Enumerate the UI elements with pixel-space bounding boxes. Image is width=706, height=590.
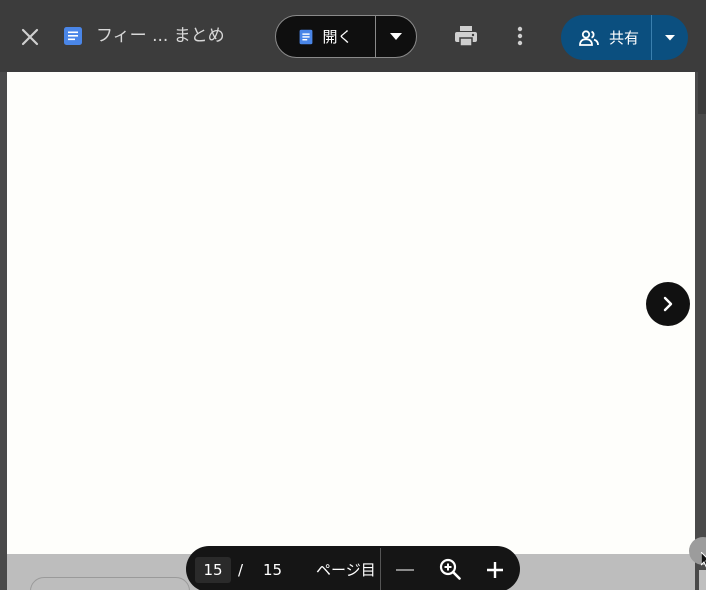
google-docs-icon [300,29,313,44]
zoom-out-button[interactable] [392,556,418,584]
share-button[interactable]: 共有 [561,15,651,60]
zoom-button[interactable] [436,555,464,583]
open-button[interactable]: 開く [276,16,375,57]
more-options-button[interactable] [506,20,534,52]
mouse-cursor-icon [701,552,706,568]
total-pages: 15 [263,561,283,579]
minus-icon [396,569,414,571]
background-card [30,577,190,590]
open-button-label: 開く [322,28,353,46]
open-with-button-group: 開く [275,15,417,58]
document-title: フィー ... まとめ [96,26,225,46]
page-separator: / [238,561,244,579]
google-docs-icon [64,27,82,45]
viewer-gutter [695,72,706,590]
close-button[interactable] [14,21,46,53]
scroll-region [698,72,706,114]
plus-icon [487,562,503,578]
document-page [7,72,695,554]
page-unit-label: ページ目 [316,561,376,579]
magnifier-plus-icon [439,558,461,580]
more-vert-icon [517,26,523,46]
toolbar-divider [380,548,381,590]
printer-icon [455,26,477,47]
file-preview-viewer: フィー ... まとめ 開く 共有 15 / 15 ページ目 [0,0,706,590]
caret-down-icon [390,32,402,40]
next-page-button[interactable] [646,282,690,326]
zoom-in-button[interactable] [482,556,508,584]
current-page-input[interactable]: 15 [195,557,231,583]
close-icon [21,28,39,46]
people-icon [579,29,599,46]
open-dropdown-button[interactable] [376,16,416,57]
share-button-group: 共有 [561,15,688,60]
print-button[interactable] [450,20,482,52]
share-button-label: 共有 [608,29,639,47]
scrollbar-thumb[interactable] [699,570,706,590]
chevron-right-icon [663,296,673,312]
caret-down-icon [665,34,675,40]
